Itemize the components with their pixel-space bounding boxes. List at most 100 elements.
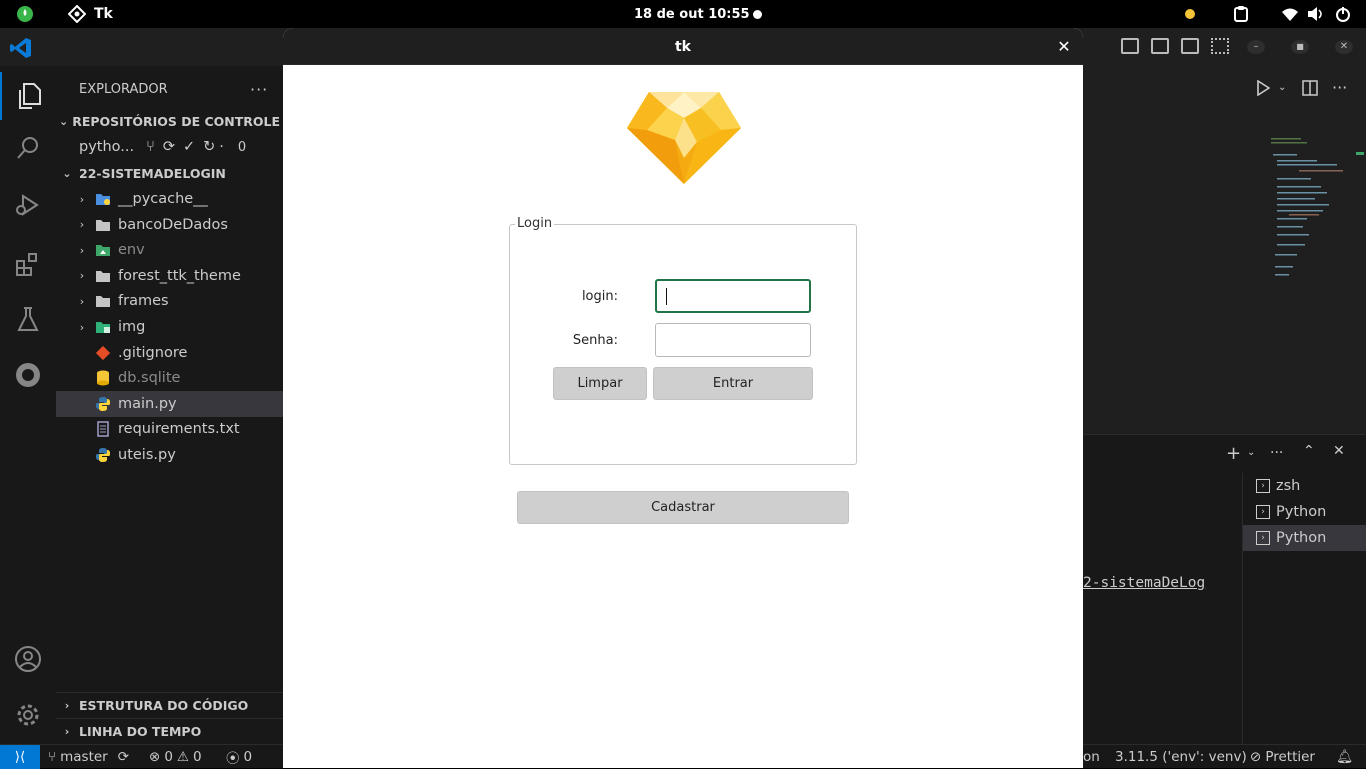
file-tree-item[interactable]: › frames [56, 288, 284, 314]
ports-status[interactable]: ⦿ 0 [226, 745, 252, 769]
file-tree-item[interactable]: › __pycache__ [56, 186, 284, 212]
activities-icon[interactable] [16, 0, 34, 28]
chevron-right-icon: › [79, 269, 85, 283]
sync-icon[interactable]: ⟳ [118, 749, 129, 765]
toggle-secondary-sidebar-icon[interactable] [1181, 38, 1199, 54]
file-tree-item[interactable]: db.sqlite [56, 365, 284, 391]
terminal-panel: + ⌄ ··· ⌃ ✕ 2-sistemaDeLog › zsh › Pytho… [1083, 434, 1366, 745]
file-tree-item[interactable]: requirements.txt [56, 416, 284, 442]
extensions-icon[interactable] [0, 240, 56, 288]
project-section-header[interactable]: ⌄ 22-SISTEMADELOGIN [56, 160, 284, 186]
error-count: 0 [164, 749, 173, 765]
terminal-tab-python-1[interactable]: › Python [1243, 499, 1366, 525]
terminal-icon: › [1256, 531, 1270, 545]
split-editor-icon[interactable] [1302, 80, 1318, 100]
clock[interactable]: 18 de out 10:55 [634, 0, 750, 28]
branch-status[interactable]: ⑂ master ⟳ [48, 745, 129, 769]
terminal-tab-zsh[interactable]: › zsh [1243, 473, 1366, 499]
remote-explorer-icon[interactable] [0, 351, 56, 399]
branch-icon[interactable]: ⑂ [146, 139, 155, 155]
clear-button[interactable]: Limpar [553, 367, 647, 400]
timeline-section-header[interactable]: › LINHA DO TEMPO [56, 718, 284, 744]
file-tree-item[interactable]: .gitignore [56, 340, 284, 366]
outline-section-title: ESTRUTURA DO CÓDIGO [79, 698, 249, 713]
clipboard-icon[interactable] [1234, 0, 1248, 28]
formatter-name: Prettier [1265, 749, 1315, 765]
volume-icon[interactable] [1307, 0, 1325, 28]
vscode-logo-icon [10, 37, 32, 63]
panel-more-icon[interactable]: ··· [1270, 445, 1283, 461]
commit-check-icon[interactable]: ✓ [183, 139, 195, 155]
explorer-icon[interactable] [0, 72, 56, 120]
submit-button[interactable]: Entrar [653, 367, 813, 400]
project-section-title: 22-SISTEMADELOGIN [79, 165, 226, 181]
settings-gear-icon[interactable] [0, 691, 56, 739]
language-status[interactable]: on [1083, 745, 1100, 769]
login-labelframe: Login login: Senha: Limpar Entrar [509, 216, 857, 465]
terminal-dropdown-icon[interactable]: ⌄ [1247, 447, 1255, 458]
python-file-icon [94, 447, 112, 463]
terminal-tab-label: zsh [1276, 478, 1301, 494]
power-icon[interactable] [1335, 0, 1351, 28]
testing-flask-icon[interactable] [0, 295, 56, 343]
maximize-window-icon[interactable]: ■ [1291, 40, 1309, 54]
close-icon[interactable]: ✕ [1053, 35, 1075, 57]
terminal-path-link[interactable]: 2-sistemaDeLog [1083, 575, 1205, 591]
register-button[interactable]: Cadastrar [517, 491, 849, 524]
minimap[interactable] [1269, 134, 1353, 284]
close-window-icon[interactable]: ✕ [1335, 40, 1353, 54]
wifi-icon[interactable] [1281, 0, 1299, 28]
activity-bar [0, 66, 56, 744]
warning-icon: ⚠ [176, 749, 190, 765]
terminal-tab-label: Python [1276, 504, 1327, 520]
file-tree-item[interactable]: uteis.py [56, 442, 284, 468]
folder-env-icon [94, 243, 112, 257]
password-label: Senha: [572, 333, 618, 348]
remote-indicator-icon[interactable]: ⟩⟨ [0, 745, 40, 769]
scm-repo-row[interactable]: pytho... ⑂ ⟳ ✓ ↻ · 0 [56, 134, 284, 160]
new-terminal-icon[interactable]: + [1226, 443, 1241, 464]
file-tree-item[interactable]: › bancoDeDados [56, 212, 284, 238]
file-tree-item[interactable]: › env [56, 237, 284, 263]
scm-change-count: 0 [237, 139, 247, 155]
outline-section-header[interactable]: › ESTRUTURA DO CÓDIGO [56, 692, 284, 718]
system-top-bar: Tk 18 de out 10:55 [0, 0, 1366, 28]
text-file-icon [94, 421, 112, 438]
file-tree-item-label: env [118, 242, 145, 259]
file-tree-item[interactable]: main.py [56, 390, 284, 417]
editor-more-icon[interactable]: ··· [1332, 78, 1347, 97]
terminal-tab-label: Python [1276, 530, 1327, 546]
file-tree-item[interactable]: › img [56, 314, 284, 340]
toggle-panel-icon[interactable] [1151, 38, 1169, 54]
scm-section-header[interactable]: ⌄ REPOSITÓRIOS DE CONTROLE D... [56, 108, 284, 134]
customize-layout-icon[interactable] [1211, 38, 1229, 54]
tk-window-header[interactable]: tk ✕ [283, 28, 1083, 65]
weather-sun-icon[interactable] [1182, 0, 1198, 28]
run-python-icon[interactable] [1256, 79, 1271, 100]
app-menu[interactable]: Tk [68, 0, 113, 28]
close-panel-icon[interactable]: ✕ [1333, 443, 1345, 459]
more-actions-icon[interactable]: ··· [250, 80, 268, 99]
sync-icon[interactable]: ⟳ [163, 139, 175, 155]
terminal-tab-python-2[interactable]: › Python [1243, 525, 1366, 551]
python-interpreter-status[interactable]: 3.11.5 ('env': venv) [1115, 745, 1247, 769]
minimize-window-icon[interactable]: – [1247, 40, 1265, 54]
prettier-status[interactable]: ⊘ Prettier [1250, 745, 1315, 769]
more-icon[interactable]: · [219, 139, 224, 155]
password-entry[interactable] [655, 323, 811, 357]
notifications-bell-icon[interactable]: 🔔︎ [1336, 745, 1353, 769]
login-label: login: [581, 289, 618, 304]
toggle-sidebar-icon[interactable] [1121, 38, 1139, 54]
accounts-icon[interactable] [0, 635, 56, 683]
run-debug-icon[interactable] [0, 181, 56, 229]
app-name: Tk [94, 6, 113, 22]
double-check-icon: ⊘ [1250, 749, 1262, 765]
file-tree-item[interactable]: › forest_ttk_theme [56, 263, 284, 289]
maximize-panel-icon[interactable]: ⌃ [1303, 443, 1315, 459]
login-entry[interactable] [655, 279, 811, 313]
search-icon[interactable] [0, 124, 56, 172]
refresh-icon[interactable]: ↻ [203, 139, 215, 155]
problems-status[interactable]: ⊗ 0 ⚠ 0 [149, 745, 202, 769]
run-dropdown-icon[interactable]: ⌄ [1278, 82, 1286, 93]
terminal-icon: › [1256, 505, 1270, 519]
